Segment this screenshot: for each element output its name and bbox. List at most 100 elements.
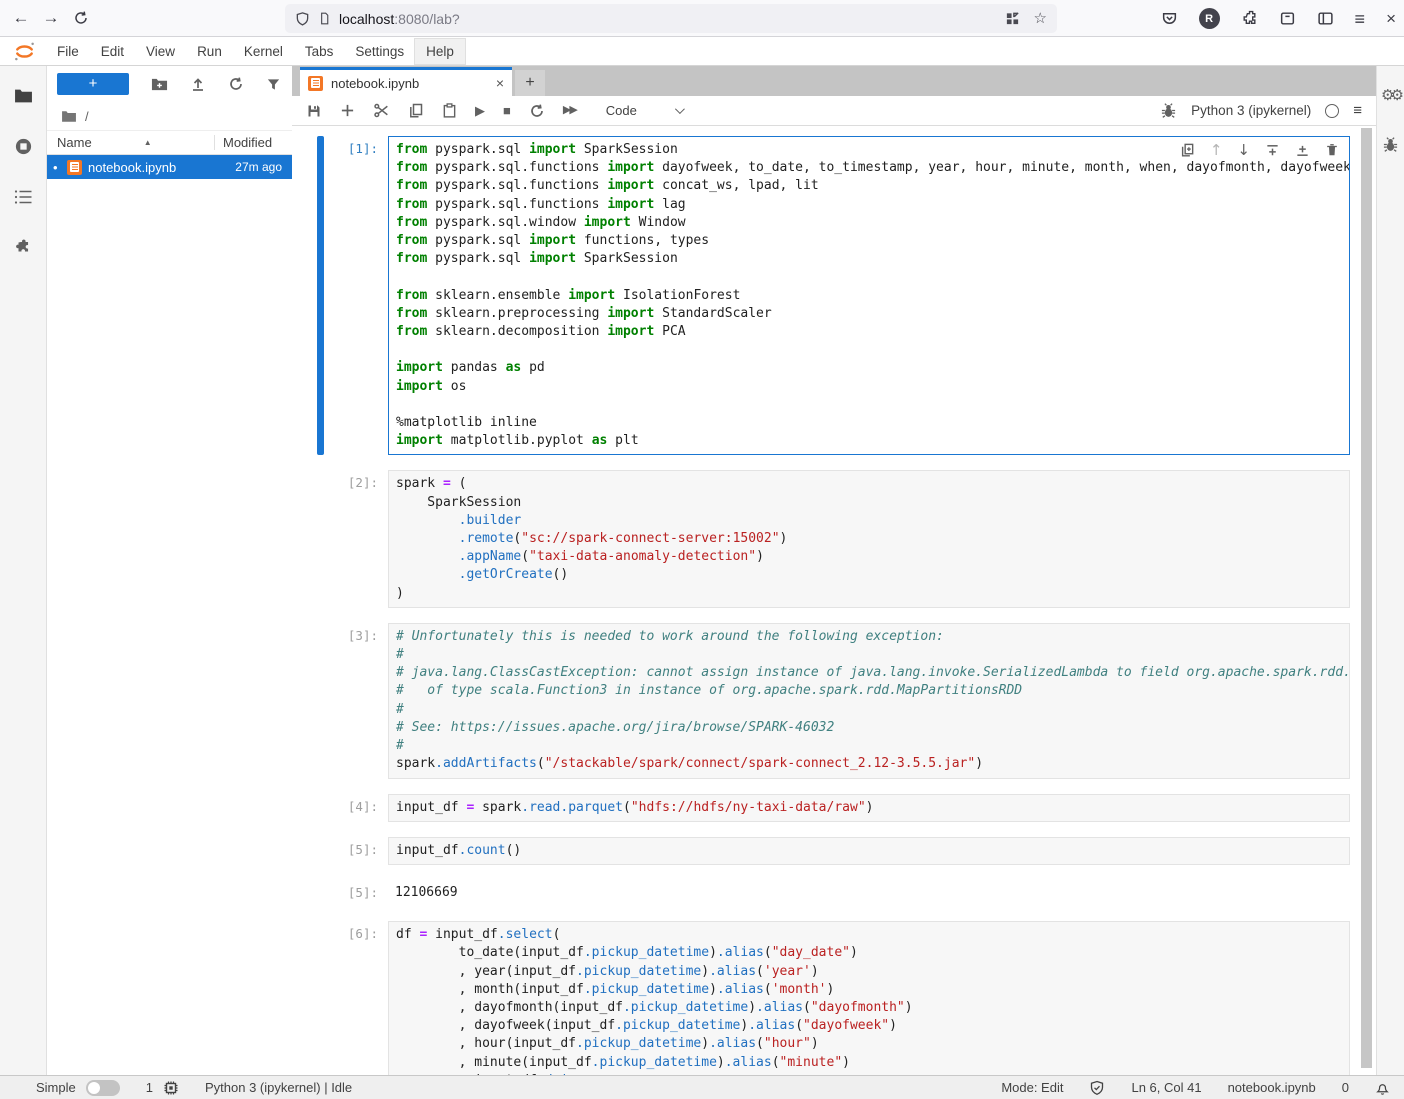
kernel-chip-icon <box>163 1080 179 1096</box>
input-prompt: [4]: <box>324 794 388 822</box>
sidebar-toggle-icon[interactable] <box>1317 10 1334 27</box>
column-header-modified[interactable]: Modified <box>214 135 292 150</box>
menu-edit[interactable]: Edit <box>90 39 135 64</box>
bookmark-star-icon[interactable]: ☆ <box>1034 11 1047 26</box>
cell-collapser[interactable] <box>317 136 324 455</box>
restart-run-all-icon[interactable]: ▶▶ <box>563 105 576 116</box>
breadcrumb[interactable]: / <box>47 102 292 130</box>
property-inspector-tab-icon[interactable]: ⚙⚙ <box>1381 86 1400 104</box>
simple-mode-toggle[interactable] <box>86 1080 120 1096</box>
menu-kernel[interactable]: Kernel <box>233 39 294 64</box>
insert-cell-icon[interactable] <box>340 103 355 118</box>
insert-cell-above-icon[interactable] <box>1265 143 1280 158</box>
column-header-name[interactable]: Name ▲ <box>47 135 214 150</box>
tab-close-icon[interactable]: × <box>496 75 504 91</box>
debugger-bug-icon[interactable] <box>1160 102 1177 119</box>
table-of-contents-tab-icon[interactable] <box>14 189 33 205</box>
browser-back-button[interactable]: ← <box>6 4 36 32</box>
url-bar[interactable]: localhost:8080/lab? ☆ <box>285 4 1057 33</box>
cell-editor[interactable]: input_df = spark.read.parquet("hdfs://hd… <box>388 794 1350 822</box>
notebook-file-icon <box>67 160 82 175</box>
cursor-position[interactable]: Ln 6, Col 41 <box>1131 1080 1201 1095</box>
cell-editor[interactable]: from pyspark.sql import SparkSessionfrom… <box>388 136 1350 455</box>
notebook-toolbar: ▶ ■ ▶▶ Code Python 3 (ipykernel) ≡ <box>292 96 1376 126</box>
refresh-icon[interactable] <box>228 76 244 92</box>
menu-help[interactable]: Help <box>415 39 465 64</box>
delete-cell-icon[interactable] <box>1325 142 1339 158</box>
input-prompt: [5]: <box>324 837 388 865</box>
cell-type-dropdown[interactable]: Code <box>600 101 688 120</box>
bell-icon[interactable] <box>1375 1080 1390 1096</box>
kernel-status-text[interactable]: Python 3 (ipykernel) | Idle <box>205 1080 352 1095</box>
interrupt-kernel-icon[interactable]: ■ <box>503 104 511 117</box>
filter-icon[interactable] <box>266 77 281 92</box>
vertical-scrollbar[interactable] <box>1361 128 1372 1068</box>
pocket-icon[interactable] <box>1161 10 1178 27</box>
cell-collapser[interactable] <box>317 623 324 779</box>
code-cell: [6]:df = input_df.select( to_date(input_… <box>317 921 1350 1075</box>
right-activity-bar: ⚙⚙ <box>1376 66 1404 1075</box>
debugger-tab-icon[interactable] <box>1382 136 1399 153</box>
window-close-icon[interactable]: × <box>1386 10 1396 27</box>
notebook-menu-icon[interactable]: ≡ <box>1353 102 1362 119</box>
input-prompt: [3]: <box>324 623 388 779</box>
new-launcher-button[interactable]: + <box>57 73 129 95</box>
trust-shield-icon[interactable] <box>1089 1080 1105 1096</box>
browser-reload-button[interactable] <box>66 4 96 32</box>
cell-editor[interactable]: df = input_df.select( to_date(input_df.p… <box>388 921 1350 1075</box>
extension-icon[interactable] <box>1241 10 1258 27</box>
tab-notebook[interactable]: notebook.ipynb × <box>300 67 512 96</box>
cell-collapser[interactable] <box>317 921 324 1075</box>
tracking-shield-icon[interactable] <box>295 11 310 27</box>
breadcrumb-root[interactable]: / <box>85 109 89 124</box>
output-prompt: [5]: <box>324 880 388 906</box>
cell-editor[interactable]: spark = ( SparkSession .builder .remote(… <box>388 470 1350 607</box>
menu-file[interactable]: File <box>46 39 90 64</box>
file-browser-tab-icon[interactable] <box>14 88 33 104</box>
cell-collapser[interactable] <box>317 880 324 906</box>
cell-collapser[interactable] <box>317 794 324 822</box>
extension-manager-tab-icon[interactable] <box>14 238 32 256</box>
file-row-notebook[interactable]: • notebook.ipynb 27m ago <box>47 155 292 179</box>
file-name: notebook.ipynb <box>88 160 229 175</box>
file-browser-panel: + / Name ▲ Modified • notebook.ipynb <box>47 66 292 1075</box>
reload-icon <box>73 10 89 26</box>
profile-avatar[interactable]: R <box>1199 8 1220 29</box>
notification-count[interactable]: 0 <box>1342 1080 1349 1095</box>
kernel-name[interactable]: Python 3 (ipykernel) <box>1191 103 1311 118</box>
save-icon[interactable] <box>306 103 322 119</box>
restart-kernel-icon[interactable] <box>529 103 545 119</box>
new-folder-icon[interactable] <box>151 77 168 92</box>
new-tab-button[interactable]: + <box>515 70 545 96</box>
cell-collapser[interactable] <box>317 837 324 865</box>
folder-icon <box>61 110 77 123</box>
output-area[interactable]: 12106669 <box>388 880 1350 906</box>
browser-toolbar: ← → localhost:8080/lab? ☆ R ≡ × <box>0 0 1404 37</box>
upload-icon[interactable] <box>190 76 206 92</box>
running-kernels-tab-icon[interactable] <box>14 137 33 156</box>
mode-indicator[interactable]: Mode: Edit <box>1001 1080 1063 1095</box>
picture-in-picture-icon[interactable] <box>1005 11 1020 26</box>
insert-cell-below-icon[interactable] <box>1295 143 1310 158</box>
menu-tabs[interactable]: Tabs <box>294 39 345 64</box>
cell-collapser[interactable] <box>317 470 324 607</box>
cell-editor[interactable]: input_df.count() <box>388 837 1350 865</box>
run-cell-icon[interactable]: ▶ <box>475 104 485 117</box>
move-cell-up-icon[interactable]: ↑ <box>1210 141 1223 159</box>
cut-cells-icon[interactable] <box>373 102 390 119</box>
menu-run[interactable]: Run <box>186 39 233 64</box>
menu-view[interactable]: View <box>135 39 186 64</box>
cell-editor[interactable]: # Unfortunately this is needed to work a… <box>388 623 1350 779</box>
move-cell-down-icon[interactable]: ↓ <box>1237 141 1250 159</box>
container-box-icon[interactable] <box>1279 10 1296 27</box>
app-menu-icon[interactable]: ≡ <box>1355 10 1366 28</box>
kernel-status-icon[interactable] <box>1325 104 1339 118</box>
menu-settings[interactable]: Settings <box>344 39 415 64</box>
copy-cells-icon[interactable] <box>408 102 424 119</box>
running-kernels-status[interactable]: 1 <box>146 1080 179 1096</box>
browser-forward-button[interactable]: → <box>36 4 66 32</box>
duplicate-cell-icon[interactable] <box>1180 142 1195 158</box>
code-cell: [2]:spark = ( SparkSession .builder .rem… <box>317 470 1350 607</box>
page-info-icon[interactable] <box>318 11 331 26</box>
paste-cells-icon[interactable] <box>442 102 457 119</box>
